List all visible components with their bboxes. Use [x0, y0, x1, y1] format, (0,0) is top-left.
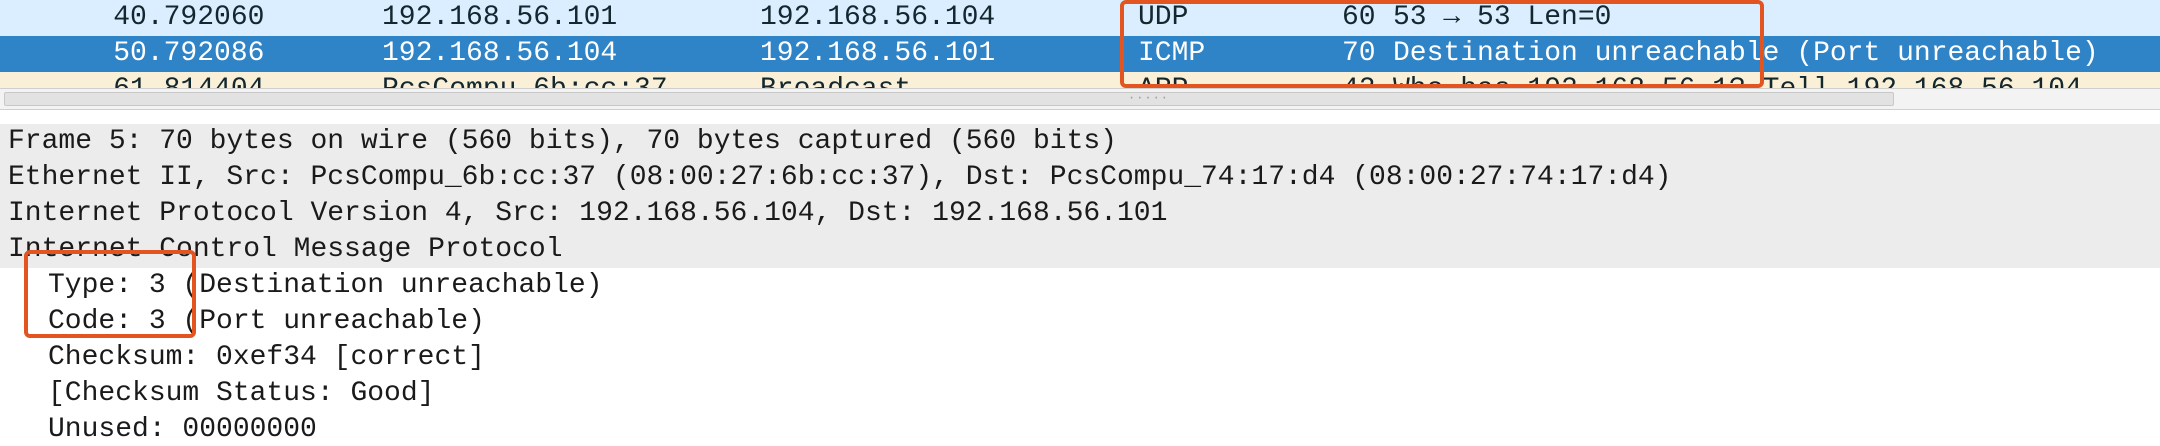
packet-number: 4 [113, 2, 130, 33]
packet-destination: 192.168.56.101 [760, 38, 996, 69]
tree-item-label: Internet Protocol Version 4, Src: 192.16… [8, 198, 1168, 229]
horizontal-scrollbar[interactable]: ····· [0, 88, 2160, 110]
tree-item-label: Unused: 00000000 [48, 414, 317, 445]
packet-time: 0.792060 [130, 2, 265, 33]
tree-item-icmp[interactable]: Internet Control Message Protocol [0, 232, 2160, 268]
annotation-box-protocol-info [1120, 0, 1764, 88]
tree-item-label: Frame 5: 70 bytes on wire (560 bits), 70… [8, 126, 1117, 157]
packet-row-udp[interactable]: 4 0.792060 192.168.56.101 192.168.56.104… [0, 0, 2160, 36]
scrollbar-thumb[interactable] [4, 92, 1894, 106]
packet-details-pane[interactable]: Frame 5: 70 bytes on wire (560 bits), 70… [0, 124, 2160, 446]
packet-list[interactable]: 4 0.792060 192.168.56.101 192.168.56.104… [0, 0, 2160, 88]
tree-item-unused[interactable]: Unused: 00000000 [0, 412, 2160, 446]
tree-item-icmp-code[interactable]: Code: 3 (Port unreachable) [0, 304, 2160, 340]
packet-source: 192.168.56.101 [382, 2, 618, 33]
packet-time: 1.814404 [130, 72, 264, 88]
tree-item-label: Checksum: 0xef34 [correct] [48, 342, 485, 373]
tree-item-icmp-type[interactable]: Type: 3 (Destination unreachable) [0, 268, 2160, 304]
tree-item-ethernet[interactable]: Ethernet II, Src: PcsCompu_6b:cc:37 (08:… [0, 160, 2160, 196]
packet-number: 6 [96, 72, 130, 88]
splitter-grip-icon[interactable]: ····· [1128, 91, 1168, 105]
tree-item-label: Ethernet II, Src: PcsCompu_6b:cc:37 (08:… [8, 162, 1672, 193]
tree-item-checksum-status[interactable]: [Checksum Status: Good] [0, 376, 2160, 412]
packet-number: 5 [113, 38, 130, 69]
packet-time: 0.792086 [130, 38, 265, 69]
packet-row-icmp-selected[interactable]: 5 0.792086 192.168.56.104 192.168.56.101… [0, 36, 2160, 72]
packet-source: PcsCompu_6b:cc:37 [382, 72, 668, 88]
packet-destination: 192.168.56.104 [760, 2, 996, 33]
packet-row-arp[interactable]: 6 1.814404 PcsCompu_6b:cc:37 Broadcast A… [0, 72, 2160, 88]
packet-source: 192.168.56.104 [382, 38, 618, 69]
pane-divider [0, 110, 2160, 124]
tree-item-frame[interactable]: Frame 5: 70 bytes on wire (560 bits), 70… [0, 124, 2160, 160]
tree-item-ipv4[interactable]: Internet Protocol Version 4, Src: 192.16… [0, 196, 2160, 232]
annotation-box-type-code [24, 250, 196, 338]
packet-destination: Broadcast [760, 72, 911, 88]
tree-item-label: [Checksum Status: Good] [48, 378, 435, 409]
tree-item-checksum[interactable]: Checksum: 0xef34 [correct] [0, 340, 2160, 376]
